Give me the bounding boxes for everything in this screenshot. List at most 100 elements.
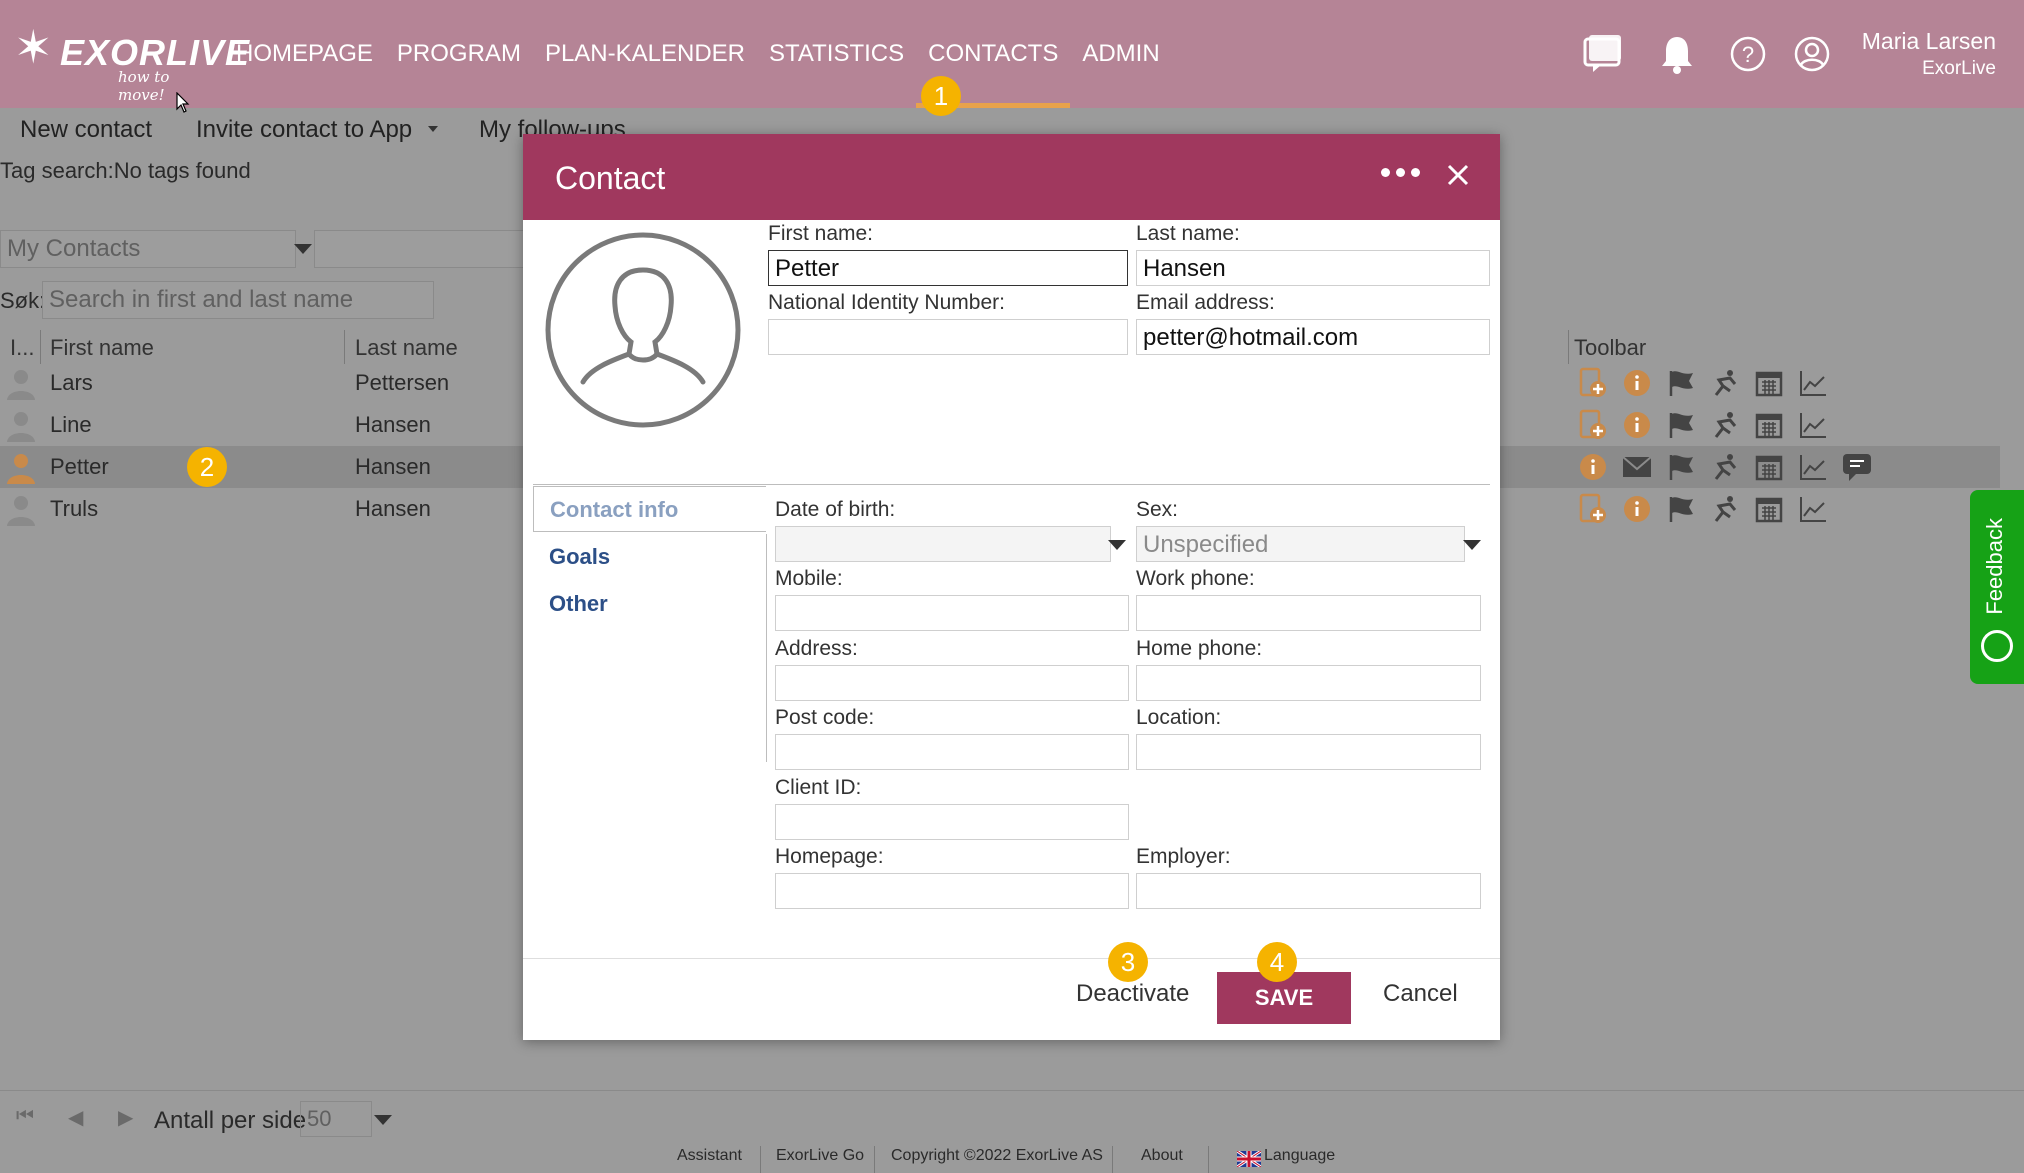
chevron-down-icon[interactable] (374, 1115, 392, 1125)
person-icon (7, 370, 35, 400)
secondary-filter-select[interactable] (314, 230, 524, 268)
add-program-icon[interactable] (1576, 366, 1610, 400)
footer-assistant-link[interactable]: Assistant (677, 1147, 742, 1165)
flag-icon[interactable] (1664, 408, 1698, 442)
column-header-first-name[interactable]: First name (50, 335, 154, 361)
first-name-cell: Line (50, 412, 92, 437)
user-icon[interactable] (1791, 33, 1833, 75)
sex-select[interactable]: Unspecified (1136, 526, 1465, 562)
dialog-footer-divider (523, 958, 1500, 959)
tab-goals[interactable]: Goals (533, 534, 766, 580)
nav-admin[interactable]: ADMIN (1070, 0, 1171, 108)
location-input[interactable] (1136, 734, 1481, 770)
homepage-label: Homepage: (775, 845, 884, 868)
footer-exorlive-go-link[interactable]: ExorLive Go (776, 1147, 864, 1165)
first-name-input[interactable]: Petter (768, 250, 1128, 286)
contacts-filter-select[interactable]: My Contacts (0, 230, 296, 268)
exercise-icon[interactable] (1708, 366, 1742, 400)
client-id-input[interactable] (775, 804, 1129, 840)
user-name[interactable]: Maria Larsen (1862, 28, 1996, 55)
column-divider[interactable] (1568, 330, 1569, 364)
step-badge: 4 (1257, 942, 1297, 982)
footer-divider (874, 1146, 875, 1173)
next-page-icon[interactable]: ▶ (118, 1105, 133, 1130)
nav-program[interactable]: PROGRAM (385, 0, 533, 108)
info-icon[interactable] (1620, 492, 1654, 526)
employer-input[interactable] (1136, 873, 1481, 909)
dob-label: Date of birth: (775, 498, 896, 521)
add-program-icon[interactable] (1576, 408, 1610, 442)
new-contact-button[interactable]: New contact (20, 116, 152, 144)
statistics-icon[interactable] (1796, 366, 1830, 400)
column-header-icon[interactable]: I... (10, 335, 34, 361)
more-options-icon[interactable] (1381, 168, 1420, 177)
first-name-cell: Lars (50, 370, 93, 395)
statistics-icon[interactable] (1796, 408, 1830, 442)
dialog-side-tabs: Contact info Goals Other (533, 486, 766, 762)
step-badge: 2 (187, 447, 227, 487)
info-icon[interactable] (1576, 450, 1610, 484)
calendar-icon[interactable] (1752, 492, 1786, 526)
add-program-icon[interactable] (1576, 492, 1610, 526)
homepage-input[interactable] (775, 873, 1129, 909)
first-page-icon[interactable]: ⏮ (16, 1105, 34, 1128)
last-name-cell: Hansen (355, 454, 431, 479)
help-icon[interactable]: ? (1727, 33, 1769, 75)
chevron-down-icon[interactable] (1108, 540, 1126, 550)
search-input[interactable]: Search in first and last name (42, 281, 434, 319)
flag-icon[interactable] (1664, 366, 1698, 400)
dob-input[interactable] (775, 526, 1111, 562)
person-icon (7, 496, 35, 526)
logo-figure-icon: ✶ (14, 21, 53, 73)
invite-contact-dropdown[interactable]: Invite contact to App (196, 116, 412, 144)
last-name-input[interactable]: Hansen (1136, 250, 1490, 286)
statistics-icon[interactable] (1796, 492, 1830, 526)
previous-page-icon[interactable]: ◀ (68, 1105, 83, 1130)
per-page-select[interactable]: 50 (300, 1101, 372, 1137)
chevron-down-icon[interactable] (1463, 540, 1481, 550)
footer-about-link[interactable]: About (1141, 1147, 1183, 1165)
nav-plan-kalender[interactable]: PLAN-KALENDER (533, 0, 757, 108)
info-icon[interactable] (1620, 408, 1654, 442)
close-icon[interactable] (1441, 158, 1475, 192)
tab-contact-info[interactable]: Contact info (533, 486, 766, 532)
exercise-icon[interactable] (1708, 408, 1742, 442)
deactivate-button[interactable]: Deactivate (1076, 980, 1189, 1008)
address-input[interactable] (775, 665, 1129, 701)
calendar-icon[interactable] (1752, 366, 1786, 400)
info-icon[interactable] (1620, 366, 1654, 400)
feedback-tab[interactable]: Feedback (1970, 490, 2024, 684)
calendar-icon[interactable] (1752, 408, 1786, 442)
column-divider[interactable] (40, 330, 41, 364)
work-phone-input[interactable] (1136, 595, 1481, 631)
flag-icon[interactable] (1664, 492, 1698, 526)
bell-icon[interactable] (1656, 33, 1698, 75)
column-header-toolbar[interactable]: Toolbar (1574, 335, 1646, 361)
national-id-input[interactable] (768, 319, 1128, 355)
nav-homepage[interactable]: HOMEPAGE (224, 0, 385, 108)
calendar-icon[interactable] (1752, 450, 1786, 484)
chevron-down-icon[interactable] (294, 244, 312, 254)
column-divider[interactable] (344, 330, 345, 364)
tab-other[interactable]: Other (533, 581, 766, 627)
exercise-icon[interactable] (1708, 492, 1742, 526)
chat-icon[interactable] (1582, 33, 1624, 75)
home-phone-input[interactable] (1136, 665, 1481, 701)
statistics-icon[interactable] (1796, 450, 1830, 484)
avatar-placeholder-icon[interactable] (543, 230, 743, 430)
exercise-icon[interactable] (1708, 450, 1742, 484)
footer-language-link[interactable]: Language (1264, 1147, 1335, 1165)
message-icon[interactable] (1840, 450, 1874, 484)
mail-icon[interactable] (1620, 450, 1654, 484)
email-input[interactable]: petter@hotmail.com (1136, 319, 1490, 355)
cancel-button[interactable]: Cancel (1383, 980, 1458, 1008)
mouse-cursor-icon (176, 92, 190, 113)
home-phone-label: Home phone: (1136, 637, 1263, 660)
column-header-last-name[interactable]: Last name (355, 335, 458, 361)
exorlive-logo[interactable]: ✶ EXORLIVE how to move! (14, 20, 249, 104)
post-code-input[interactable] (775, 734, 1129, 770)
mobile-input[interactable] (775, 595, 1129, 631)
flag-icon[interactable] (1664, 450, 1698, 484)
chevron-down-icon (428, 126, 438, 132)
nav-statistics[interactable]: STATISTICS (757, 0, 916, 108)
